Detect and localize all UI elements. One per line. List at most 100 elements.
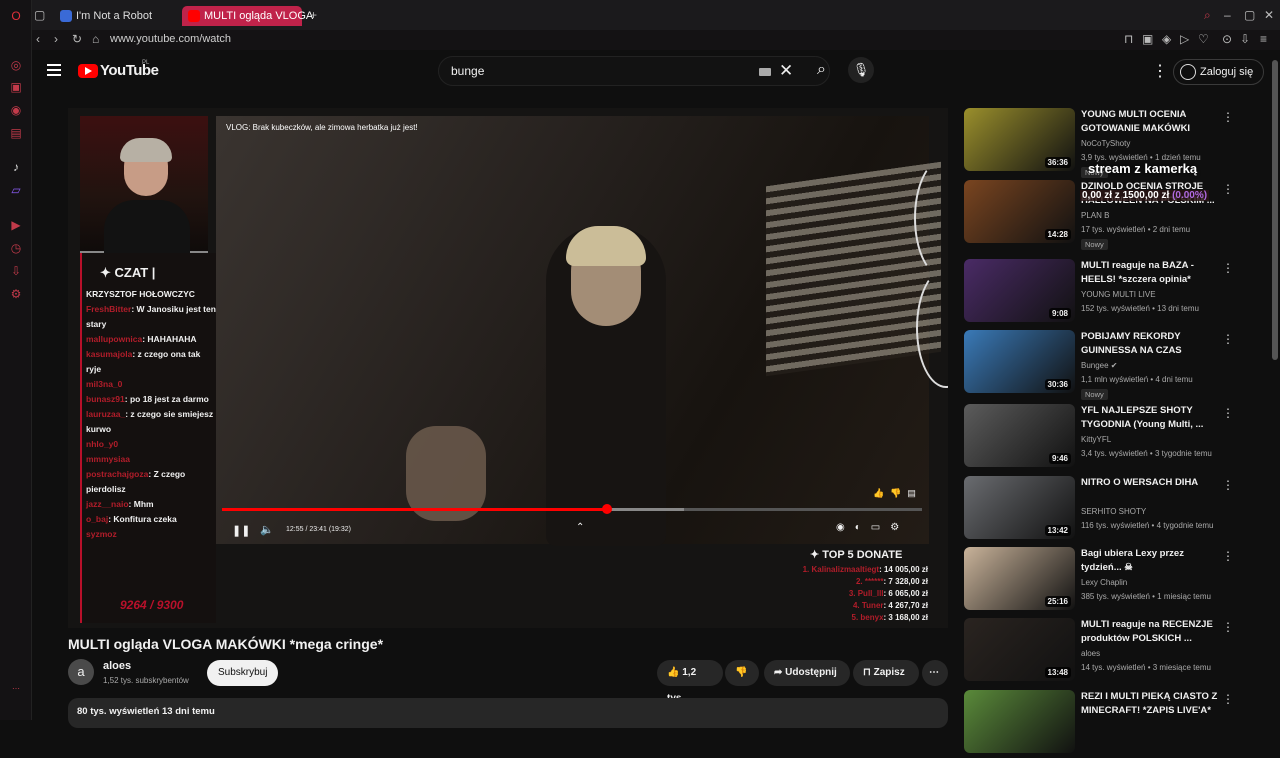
more-actions-button[interactable]: ⋯ xyxy=(922,660,948,686)
share-button[interactable]: ➦ Udostępnij xyxy=(764,660,850,686)
messenger-icon[interactable]: ◉ xyxy=(9,103,23,117)
recommendation-thumbnail[interactable] xyxy=(964,690,1075,753)
recommendation-menu-icon[interactable]: ⋮ xyxy=(1222,478,1234,492)
adblock-icon[interactable]: ◈ xyxy=(1162,32,1171,46)
recommendation-menu-icon[interactable]: ⋮ xyxy=(1222,692,1234,706)
history-icon[interactable]: ◷ xyxy=(9,241,23,255)
snapshot-icon[interactable]: ▣ xyxy=(1142,32,1153,46)
subscribe-button[interactable]: Subskrybuj xyxy=(207,660,279,686)
recommendation-item[interactable]: 13:48 MULTI reaguje na RECENZJE produktów… xyxy=(964,618,1264,686)
recommendation-item[interactable]: REZI I MULTI PIEKĄ CIASTO Z MINECRAFT! *… xyxy=(964,690,1264,758)
recommendation-thumbnail[interactable]: 25:16 xyxy=(964,547,1075,610)
twitch-icon[interactable]: ▱ xyxy=(9,183,23,197)
tab-overview-icon[interactable]: ▢ xyxy=(34,8,45,22)
save-button[interactable]: ⊓ Zapisz xyxy=(853,660,919,686)
clear-search-icon[interactable]: ✕ xyxy=(779,61,793,81)
recommendation-menu-icon[interactable]: ⋮ xyxy=(1222,332,1234,346)
menu-icon[interactable]: ≡ xyxy=(1260,32,1267,46)
new-tab-icon[interactable]: + xyxy=(310,8,317,22)
settings-kebab-icon[interactable]: ⋮ xyxy=(1152,61,1168,81)
reload-icon[interactable]: ↻ xyxy=(72,32,82,46)
dislike-button[interactable]: 👎 xyxy=(725,660,759,686)
recommendation-item[interactable]: 9:08 MULTI reaguje na BAZA - HEELS! *szcz… xyxy=(964,259,1264,327)
recommendation-menu-icon[interactable]: ⋮ xyxy=(1222,620,1234,634)
scrubber-knob[interactable] xyxy=(602,504,612,514)
recommendation-thumbnail[interactable]: 13:48 xyxy=(964,618,1075,681)
player-icon[interactable]: ▶ xyxy=(9,218,23,232)
recommendation-item[interactable]: 13:42 NITRO O WERSACH DIHA SERHITO SHOTY 11… xyxy=(964,476,1264,544)
player-right-controls[interactable]: ◉◐▭⚙ xyxy=(836,522,909,533)
search-tabs-icon[interactable]: ⌕ xyxy=(1204,8,1211,23)
recommendation-channel[interactable]: KittyYFL xyxy=(1081,435,1111,444)
recommendation-menu-icon[interactable]: ⋮ xyxy=(1222,261,1234,275)
recommendation-thumbnail[interactable]: 14:28 xyxy=(964,180,1075,243)
scrollbar[interactable] xyxy=(1272,60,1278,360)
tab-not-robot[interactable]: I'm Not a Robot xyxy=(54,6,180,26)
channel-avatar[interactable]: a xyxy=(68,659,94,685)
briefcase-icon[interactable]: ▣ xyxy=(9,80,23,94)
recommendation-title[interactable]: MULTI reaguje na RECENZJE produktów POLS… xyxy=(1081,618,1221,646)
more-icon[interactable]: ⋯ xyxy=(9,682,23,696)
recommendation-thumbnail[interactable]: 36:36 xyxy=(964,108,1075,171)
recommendation-title[interactable]: YOUNG MULTI OCENIA GOTOWANIE MAKÓWKI xyxy=(1081,108,1221,136)
signin-button[interactable]: Zaloguj się xyxy=(1173,59,1265,85)
description-box[interactable]: 80 tys. wyświetleń 13 dni temu xyxy=(68,698,948,728)
recommendation-channel[interactable]: Lexy Chaplin xyxy=(1081,578,1127,587)
recommendation-thumbnail[interactable]: 30:36 xyxy=(964,330,1075,393)
recommendation-item[interactable]: 30:36 POBIJAMY REKORDY GUINNESSA NA CZAS B… xyxy=(964,330,1264,400)
recommendation-item[interactable]: 25:16 Bagi ubiera Lexy przez tydzień... ☠… xyxy=(964,547,1264,615)
hamburger-menu-icon[interactable] xyxy=(47,64,61,76)
downloads-icon[interactable]: ⇩ xyxy=(9,264,23,278)
maximize-icon[interactable]: ▢ xyxy=(1244,8,1255,22)
download-icon[interactable]: ⇩ xyxy=(1240,32,1250,46)
recommendation-channel[interactable]: aloes xyxy=(1081,649,1100,658)
recommendation-menu-icon[interactable]: ⋮ xyxy=(1222,110,1234,124)
back-icon[interactable]: ‹ xyxy=(36,32,40,46)
recommendation-thumbnail[interactable]: 9:08 xyxy=(964,259,1075,322)
opera-logo-icon[interactable]: O xyxy=(9,9,23,23)
microphone-icon[interactable]: 🎙 xyxy=(848,57,874,83)
recommendation-channel[interactable]: PLAN B xyxy=(1081,211,1109,220)
recommendation-channel[interactable]: YOUNG MULTI LIVE xyxy=(1081,290,1156,299)
forward-icon[interactable]: › xyxy=(54,32,58,46)
chevron-up-icon[interactable]: ⌃ xyxy=(576,522,584,533)
aria-icon[interactable]: ◎ xyxy=(9,58,23,72)
m-app-icon[interactable]: ▤ xyxy=(9,126,23,140)
close-window-icon[interactable]: ✕ xyxy=(1264,8,1274,22)
recommendation-channel[interactable]: NoCoTyShoty xyxy=(1081,139,1130,148)
youtube-logo-icon[interactable] xyxy=(78,64,98,78)
heart-icon[interactable]: ♡ xyxy=(1198,32,1209,46)
recommendation-title[interactable]: Bagi ubiera Lexy przez tydzień... ☠ xyxy=(1081,547,1221,575)
recommendation-title[interactable]: YFL NAJLEPSZE SHOTY TYGODNIA (Young Mult… xyxy=(1081,404,1221,432)
url-field[interactable]: www.youtube.com/watch xyxy=(110,33,231,45)
like-button[interactable]: 👍 1,2 tys. xyxy=(657,660,723,704)
keyboard-icon[interactable] xyxy=(759,68,771,76)
profile-icon[interactable]: ⊙ xyxy=(1222,32,1232,46)
recommendation-menu-icon[interactable]: ⋮ xyxy=(1222,182,1234,196)
youtube-logo-text[interactable]: YouTube xyxy=(100,62,159,79)
recommendation-menu-icon[interactable]: ⋮ xyxy=(1222,549,1234,563)
recommendation-thumbnail[interactable]: 13:42 xyxy=(964,476,1075,539)
recommendation-thumbnail[interactable]: 9:46 xyxy=(964,404,1075,467)
tab-multi-vlog[interactable]: MULTI ogląda VLOGA xyxy=(182,6,313,26)
pause-icon[interactable]: ❚❚ xyxy=(232,524,250,537)
recommendation-title[interactable]: POBIJAMY REKORDY GUINNESSA NA CZAS xyxy=(1081,330,1221,358)
search-input[interactable]: bunge xyxy=(451,64,484,78)
progress-bar[interactable] xyxy=(222,504,922,514)
recommendation-channel[interactable]: SERHITO SHOTY xyxy=(1081,507,1146,516)
recommendation-title[interactable]: NITRO O WERSACH DIHA xyxy=(1081,476,1221,490)
pin-icon[interactable]: ⊓ xyxy=(1124,32,1133,46)
recommendation-title[interactable]: MULTI reaguje na BAZA - HEELS! *szczera … xyxy=(1081,259,1221,287)
volume-icon[interactable]: 🔈 xyxy=(260,523,274,536)
recommendation-channel[interactable]: Bungee ✔ xyxy=(1081,361,1118,370)
recommendation-menu-icon[interactable]: ⋮ xyxy=(1222,406,1234,420)
search-box[interactable]: bunge ✕ ⌕ xyxy=(438,56,830,86)
search-icon[interactable]: ⌕ xyxy=(817,61,826,79)
tiktok-icon[interactable]: ♪ xyxy=(9,160,23,174)
video-player[interactable]: VLOG: Brak kubeczków, ale zimowa herbatk… xyxy=(68,108,948,628)
recommendation-item[interactable]: 9:46 YFL NAJLEPSZE SHOTY TYGODNIA (Young … xyxy=(964,404,1264,472)
play-page-icon[interactable]: ▷ xyxy=(1180,32,1189,46)
minimize-icon[interactable]: – xyxy=(1224,8,1231,22)
settings-icon[interactable]: ⚙ xyxy=(9,287,23,301)
channel-name[interactable]: aloes xyxy=(103,660,131,672)
